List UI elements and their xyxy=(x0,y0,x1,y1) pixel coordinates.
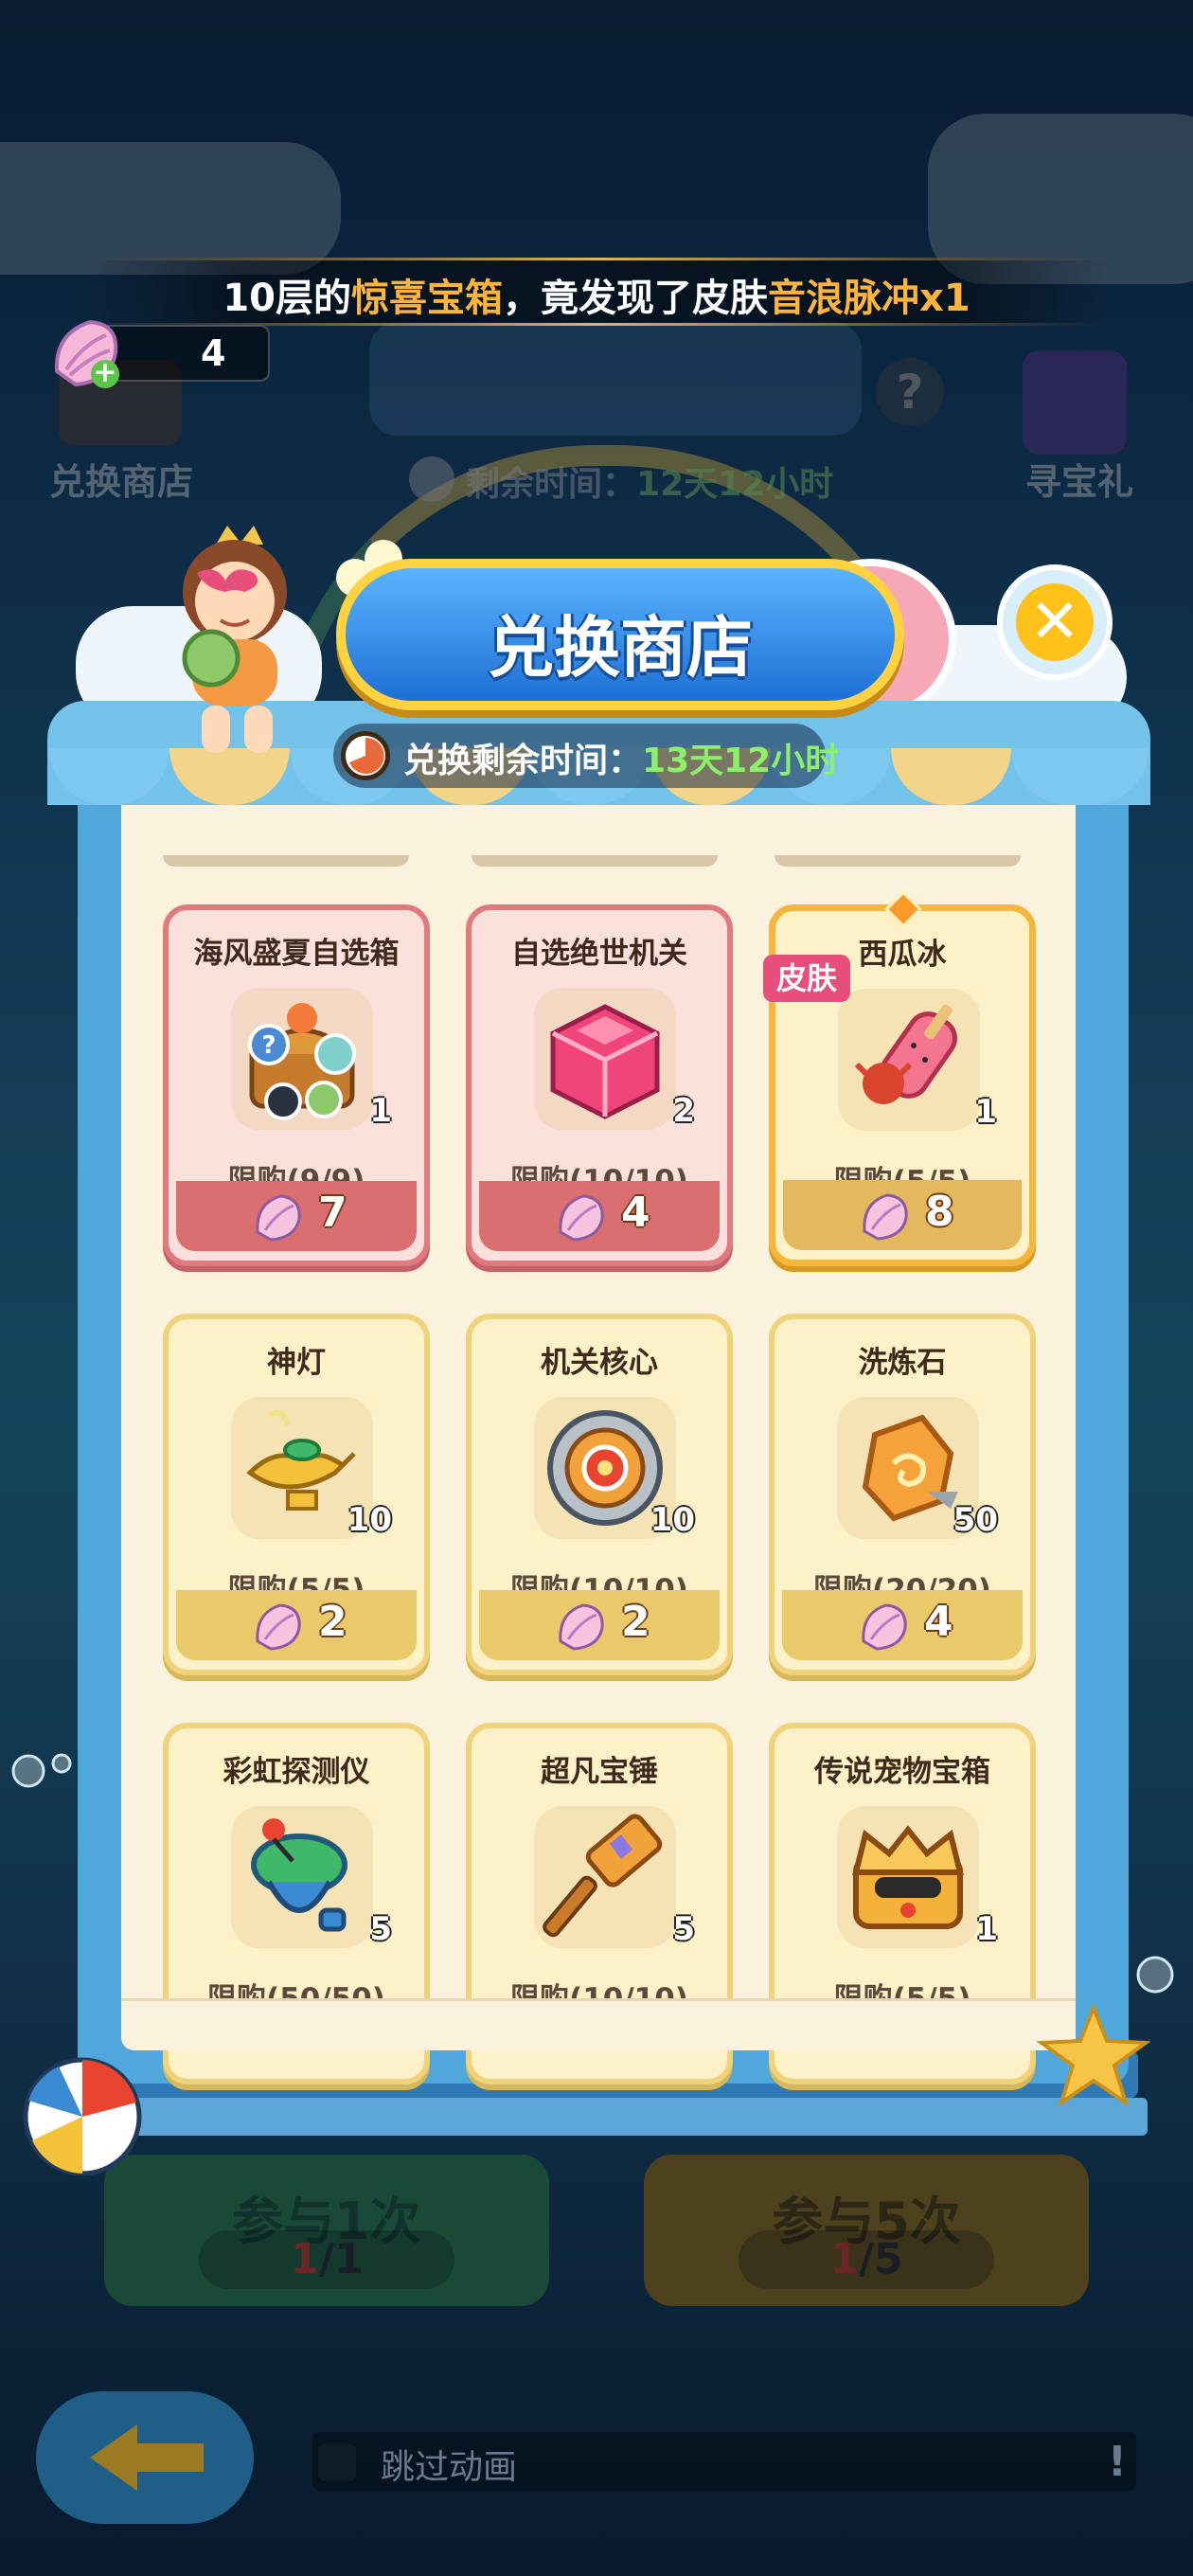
close-glyph: ✕ xyxy=(1029,587,1080,657)
chest-selection-icon: ? xyxy=(231,988,373,1130)
reward-notice-banner: 10层的惊喜宝箱，竟发现了皮肤音浪脉冲x1 xyxy=(85,258,1108,326)
bubble-decoration xyxy=(1136,1956,1174,1994)
clock-icon xyxy=(341,731,390,780)
beach-ball-icon xyxy=(23,2057,142,2176)
buy-button[interactable]: 4 xyxy=(479,1181,720,1251)
shop-item-card[interactable]: 神灯 10 限购(5/5) 2 xyxy=(163,1314,430,1675)
info-icon[interactable]: ! xyxy=(1108,2438,1127,2486)
item-price: 4 xyxy=(924,1598,953,1646)
panel-base xyxy=(106,2098,1148,2136)
conch-shell-icon xyxy=(256,1603,301,1651)
item-quantity: 1 xyxy=(974,1093,997,1131)
item-price: 8 xyxy=(925,1188,954,1236)
item-name: 洗炼石 xyxy=(858,1346,947,1380)
item-name: 彩虹探测仪 xyxy=(223,1755,370,1789)
starfish-icon xyxy=(1037,2003,1150,2107)
item-quantity: 2 xyxy=(672,1092,695,1130)
skip-animation-bar[interactable]: 跳过动画 ! xyxy=(312,2432,1136,2491)
close-icon: ✕ xyxy=(1016,583,1094,661)
conch-shell-icon xyxy=(559,1603,604,1651)
item-quantity: 50 xyxy=(953,1501,998,1539)
golden-hammer-icon xyxy=(534,1806,676,1948)
shop-item-card[interactable]: 海风盛夏自选箱 ? 1 限购(9/9) 7 xyxy=(163,904,430,1266)
item-quantity: 5 xyxy=(369,1910,392,1948)
shell-count: 4 xyxy=(201,332,226,374)
conch-shell-icon xyxy=(863,1193,908,1241)
notice-divider xyxy=(85,258,1108,260)
item-quantity: 10 xyxy=(347,1501,392,1539)
item-name: 机关核心 xyxy=(541,1346,658,1380)
skip-animation-label: 跳过动画 xyxy=(381,2448,518,2487)
buy-button[interactable]: 2 xyxy=(479,1590,720,1660)
shop-item-card[interactable]: 自选绝世机关 2 限购(10/10) 4 xyxy=(466,904,733,1266)
buy-button[interactable]: 8 xyxy=(783,1180,1022,1250)
shop-item-card[interactable]: 洗炼石 50 限购(20/20) 4 xyxy=(769,1314,1036,1675)
skin-tag-badge: 皮肤 xyxy=(763,955,850,1002)
skip-checkbox[interactable] xyxy=(318,2443,356,2481)
item-quantity: 5 xyxy=(672,1910,695,1948)
item-price: 2 xyxy=(621,1598,650,1646)
shop-item-card[interactable]: 机关核心 10 限购(10/10) 2 xyxy=(466,1314,733,1675)
item-name: 自选绝世机关 xyxy=(511,937,687,971)
previous-row-card-edge xyxy=(163,855,409,867)
buy-button[interactable]: 2 xyxy=(176,1590,417,1660)
rainbow-detector-icon xyxy=(231,1806,373,1948)
watermelon-popsicle-icon xyxy=(838,989,980,1131)
shop-scroll-mask xyxy=(121,1998,1076,2050)
back-arrow-icon xyxy=(90,2424,204,2491)
back-button[interactable] xyxy=(36,2391,254,2524)
item-name: 传说宠物宝箱 xyxy=(814,1755,990,1789)
scroll-edge xyxy=(121,1998,1076,2001)
reward-notice-text: 10层的惊喜宝箱，竟发现了皮肤音浪脉冲x1 xyxy=(223,277,970,320)
item-name: 海风盛夏自选箱 xyxy=(193,937,400,971)
item-quantity: 10 xyxy=(650,1501,695,1539)
item-price: 2 xyxy=(318,1598,347,1646)
previous-row-card-edge xyxy=(472,855,718,867)
svg-text:?: ? xyxy=(261,1031,276,1060)
item-price: 4 xyxy=(621,1189,650,1237)
previous-row-card-edge xyxy=(775,855,1021,867)
item-name: 神灯 xyxy=(267,1346,326,1380)
item-quantity: 1 xyxy=(975,1910,998,1948)
buy-button[interactable]: 4 xyxy=(782,1590,1023,1660)
item-quantity: 1 xyxy=(369,1092,392,1130)
bubble-decoration xyxy=(11,1753,72,1788)
conch-shell-icon xyxy=(256,1194,301,1242)
add-currency-icon[interactable]: + xyxy=(91,359,119,388)
pink-cube-icon xyxy=(534,988,676,1130)
shop-title: 兑换商店 xyxy=(488,609,753,687)
legendary-pet-chest-icon xyxy=(837,1806,979,1948)
mascot-character xyxy=(182,526,287,753)
item-price: 7 xyxy=(318,1189,347,1237)
item-name: 超凡宝锤 xyxy=(541,1755,658,1789)
close-button[interactable]: ✕ xyxy=(997,564,1113,680)
buy-button[interactable]: 7 xyxy=(176,1181,417,1251)
conch-shell-icon xyxy=(862,1603,907,1651)
exchange-timer-text: 兑换剩余时间：13天12小时 xyxy=(403,742,840,780)
conch-shell-icon xyxy=(559,1194,604,1242)
exchange-timer: 兑换剩余时间：13天12小时 xyxy=(333,724,839,788)
